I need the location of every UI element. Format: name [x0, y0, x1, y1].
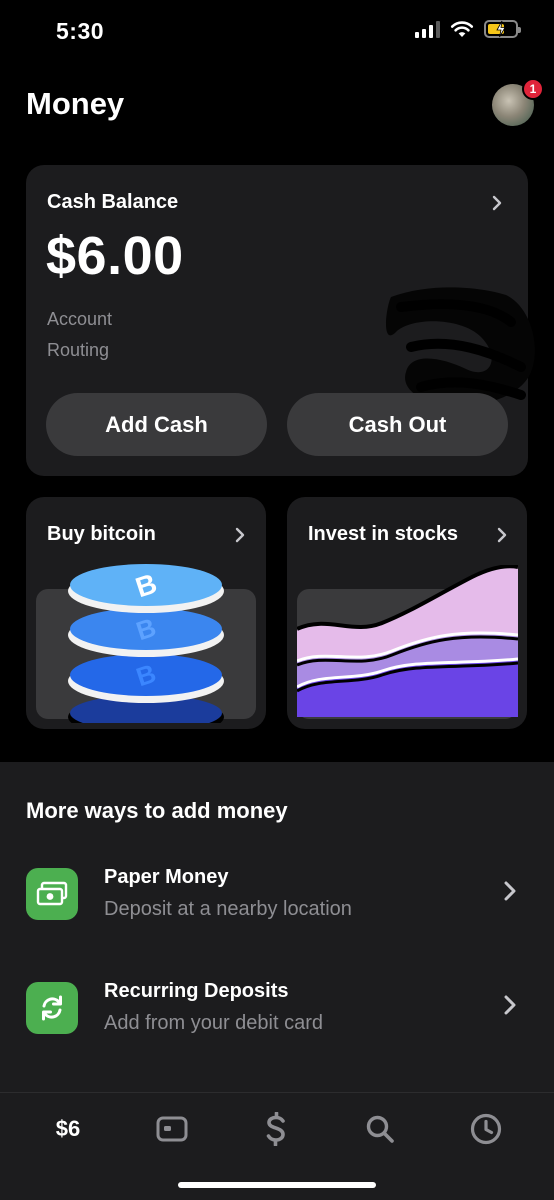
recurring-deposits-subtitle: Add from your debit card	[104, 1012, 323, 1034]
tab-pay[interactable]	[246, 1109, 306, 1149]
stock-waves	[297, 565, 518, 717]
dollar-sign-icon	[266, 1112, 285, 1146]
battery-charging-icon	[484, 20, 521, 38]
tab-search[interactable]	[350, 1109, 410, 1149]
cash-balance-amount: $6.00	[46, 226, 184, 286]
add-cash-button[interactable]: Add Cash	[46, 393, 267, 456]
cash-out-button[interactable]: Cash Out	[287, 393, 508, 456]
more-ways-title: More ways to add money	[26, 798, 288, 823]
tab-card[interactable]	[142, 1109, 202, 1149]
page-title: Money	[26, 86, 125, 121]
paper-money-title: Paper Money	[104, 866, 229, 888]
chevron-right-icon	[504, 881, 516, 901]
chevron-right-icon	[504, 995, 516, 1015]
buy-bitcoin-title: Buy bitcoin	[47, 523, 156, 545]
invest-stocks-card[interactable]: Invest in stocks	[287, 497, 527, 729]
notification-badge: 1	[522, 78, 544, 100]
tab-balance[interactable]: $6	[38, 1109, 98, 1149]
paper-money-row[interactable]: Paper Money Deposit at a nearby location	[0, 864, 554, 954]
recurring-deposits-title: Recurring Deposits	[104, 980, 289, 1002]
chevron-right-icon	[492, 195, 502, 211]
cellular-signal-icon	[415, 20, 440, 38]
status-icons	[415, 20, 521, 38]
search-icon	[366, 1115, 394, 1143]
recurring-deposits-row[interactable]: Recurring Deposits Add from your debit c…	[0, 978, 554, 1068]
routing-label: Routing	[47, 340, 110, 360]
chevron-right-icon	[235, 527, 245, 543]
clock-icon	[470, 1113, 502, 1145]
status-bar: 5:30	[0, 0, 554, 64]
money-screen: 5:30 Money 1 Cash Balance $6.00 Account …	[0, 0, 554, 1200]
more-ways-section: More ways to add money Paper Money Depos…	[0, 762, 554, 1092]
paper-money-subtitle: Deposit at a nearby location	[104, 898, 352, 920]
home-indicator	[178, 1182, 376, 1188]
buy-bitcoin-card[interactable]: Buy bitcoin B B B	[26, 497, 266, 729]
chevron-right-icon	[497, 527, 507, 543]
account-label: Account	[47, 309, 113, 329]
card-icon	[156, 1116, 188, 1142]
banknote-icon	[26, 868, 78, 920]
recurring-arrows-icon	[26, 982, 78, 1034]
cash-balance-card[interactable]: Cash Balance $6.00 Account Routing Add C…	[26, 165, 535, 476]
cash-balance-label: Cash Balance	[47, 191, 179, 213]
tab-activity[interactable]	[456, 1109, 516, 1149]
wifi-icon	[450, 21, 474, 37]
invest-stocks-title: Invest in stocks	[308, 523, 459, 545]
status-time: 5:30	[56, 18, 105, 44]
bitcoin-coin-stack: B B B	[68, 564, 224, 723]
